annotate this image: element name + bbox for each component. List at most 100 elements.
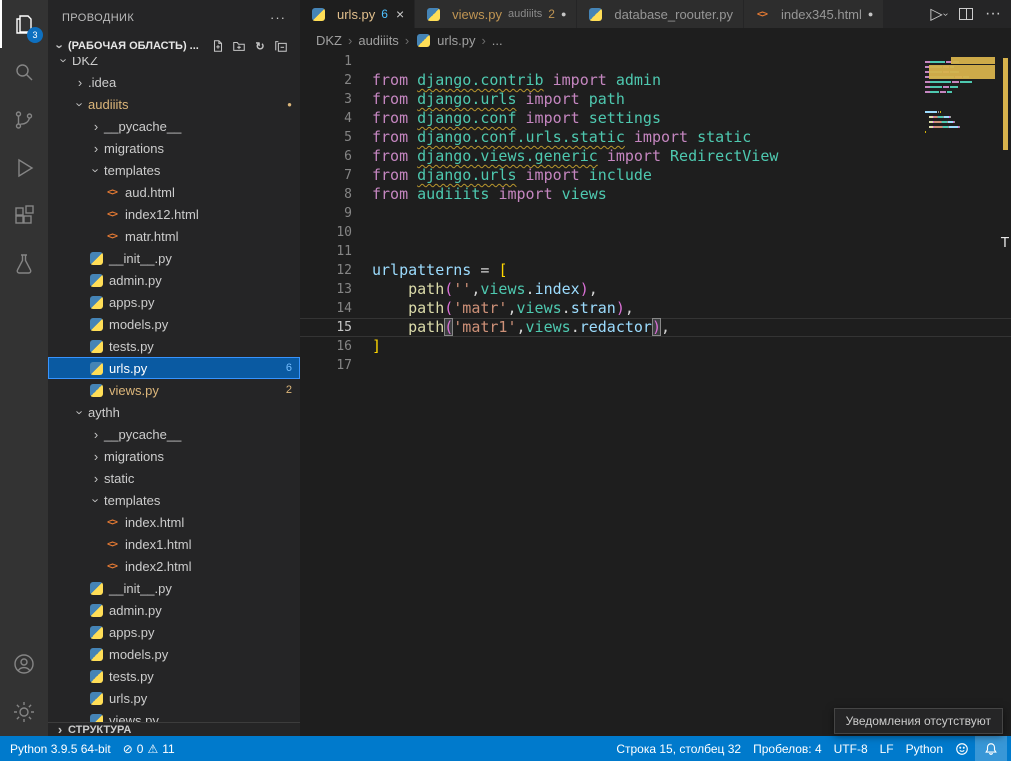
tab-index345.html[interactable]: <>index345.html● (744, 0, 884, 28)
tree-item-index12.html[interactable]: <>index12.html (48, 203, 300, 225)
code-line-1[interactable]: 1 (300, 52, 1011, 71)
overview-ruler-scrollbar[interactable]: T (999, 52, 1011, 736)
new-folder-icon[interactable] (230, 37, 248, 55)
problems-status[interactable]: ⊘ 0 ⚠ 11 (117, 736, 181, 761)
tree-item-views.py[interactable]: views.py2 (48, 379, 300, 401)
code-line-14[interactable]: 14 path('matr',views.stran), (300, 299, 1011, 318)
tab-views.py[interactable]: views.pyaudiiits2● (415, 0, 577, 28)
breadcrumb-item[interactable]: urls.py (437, 33, 475, 48)
collapse-folders-icon[interactable] (272, 37, 290, 55)
tree-item-index.html[interactable]: <>index.html (48, 511, 300, 533)
tree-item-.idea[interactable]: ›.idea (48, 71, 300, 93)
tree-item-__init__.py[interactable]: __init__.py (48, 577, 300, 599)
python-interpreter-status[interactable]: Python 3.9.5 64-bit (4, 736, 117, 761)
code-line-10[interactable]: 10 (300, 223, 1011, 242)
tree-item-index2.html[interactable]: <>index2.html (48, 555, 300, 577)
code-line-4[interactable]: 4from django.conf import settings (300, 109, 1011, 128)
tree-item-templates[interactable]: ›templates (48, 489, 300, 511)
code-area: 12from django.contrib import admin3from … (300, 52, 1011, 375)
tree-item-label: matr.html (125, 229, 178, 244)
tree-item-index1.html[interactable]: <>index1.html (48, 533, 300, 555)
tree-item-admin.py[interactable]: admin.py (48, 599, 300, 621)
tree-item-label: views.py (109, 383, 159, 398)
code-line-15[interactable]: 15 path('matr1',views.redactor), (300, 318, 1011, 337)
account-icon[interactable] (0, 640, 48, 688)
tree-item-urls.py[interactable]: urls.py (48, 687, 300, 709)
tree-item-__init__.py[interactable]: __init__.py (48, 247, 300, 269)
indentation-status[interactable]: Пробелов: 4 (747, 736, 828, 761)
tree-item-static[interactable]: ›static (48, 467, 300, 489)
tree-item-__pycache__[interactable]: ›__pycache__ (48, 423, 300, 445)
code-line-7[interactable]: 7from django.urls import include (300, 166, 1011, 185)
minimap[interactable] (925, 56, 995, 141)
run-python-file-button[interactable]: ▷ › (930, 4, 947, 24)
code-line-2[interactable]: 2from django.contrib import admin (300, 71, 1011, 90)
tree-item-aythh[interactable]: ›aythh (48, 401, 300, 423)
code-line-12[interactable]: 12urlpatterns = [ (300, 261, 1011, 280)
breadcrumb-item[interactable]: ... (492, 33, 503, 48)
tree-item-tests.py[interactable]: tests.py (48, 335, 300, 357)
refresh-icon[interactable]: ↻ (251, 37, 269, 55)
breadcrumb-item[interactable]: audiiits (358, 33, 398, 48)
tree-item-migrations[interactable]: ›migrations (48, 445, 300, 467)
tree-item-models.py[interactable]: models.py (48, 643, 300, 665)
tab-urls.py[interactable]: urls.py6× (300, 0, 415, 28)
workspace-actions: ↻ (209, 37, 296, 55)
tree-item-urls.py[interactable]: urls.py6 (48, 357, 300, 379)
code-line-17[interactable]: 17 (300, 356, 1011, 375)
encoding-status[interactable]: UTF-8 (828, 736, 874, 761)
more-actions-icon[interactable]: ··· (985, 5, 1001, 23)
feedback-smiley-icon[interactable] (949, 736, 975, 761)
eol-status[interactable]: LF (874, 736, 900, 761)
outline-section-header[interactable]: › СТРУКТУРА (48, 722, 300, 736)
tree-item-audiiits[interactable]: ›audiiits● (48, 93, 300, 115)
cursor-position-status[interactable]: Строка 15, столбец 32 (610, 736, 747, 761)
code-text: from django.conf import settings (352, 109, 661, 128)
tree-item-matr.html[interactable]: <>matr.html (48, 225, 300, 247)
tree-item-label: views.py (109, 713, 159, 723)
chevron-right-icon: › (88, 141, 104, 156)
tree-item-migrations[interactable]: ›migrations (48, 137, 300, 159)
code-line-8[interactable]: 8from audiiits import views (300, 185, 1011, 204)
chevron-right-icon: › (88, 471, 104, 486)
tab-database_roouter.py[interactable]: database_roouter.py (577, 0, 744, 28)
code-editor[interactable]: 12from django.contrib import admin3from … (300, 52, 1011, 736)
tree-item-views.py[interactable]: views.py (48, 709, 300, 722)
code-line-11[interactable]: 11 (300, 242, 1011, 261)
code-line-13[interactable]: 13 path('',views.index), (300, 280, 1011, 299)
run-debug-icon[interactable] (0, 144, 48, 192)
explorer-icon[interactable]: 3 (0, 0, 48, 48)
code-line-3[interactable]: 3from django.urls import path (300, 90, 1011, 109)
split-editor-icon[interactable] (959, 8, 973, 20)
tree-item-apps.py[interactable]: apps.py (48, 291, 300, 313)
breadcrumb-item[interactable]: DKZ (316, 33, 342, 48)
code-line-16[interactable]: 16] (300, 337, 1011, 356)
search-icon[interactable] (0, 48, 48, 96)
testing-icon[interactable] (0, 240, 48, 288)
chevron-right-icon: › (88, 119, 104, 134)
settings-gear-icon[interactable] (0, 688, 48, 736)
tree-item-admin.py[interactable]: admin.py (48, 269, 300, 291)
tree-item-aud.html[interactable]: <>aud.html (48, 181, 300, 203)
code-line-6[interactable]: 6from django.views.generic import Redire… (300, 147, 1011, 166)
new-file-icon[interactable] (209, 37, 227, 55)
code-line-9[interactable]: 9 (300, 204, 1011, 223)
tree-item-templates[interactable]: ›templates (48, 159, 300, 181)
tree-item-__pycache__[interactable]: ›__pycache__ (48, 115, 300, 137)
extensions-icon[interactable] (0, 192, 48, 240)
tree-item-apps.py[interactable]: apps.py (48, 621, 300, 643)
dirty-indicator-icon: ● (868, 9, 873, 19)
code-line-5[interactable]: 5from django.conf.urls.static import sta… (300, 128, 1011, 147)
tree-item-label: __init__.py (109, 251, 172, 266)
source-control-icon[interactable] (0, 96, 48, 144)
tree-item-models.py[interactable]: models.py (48, 313, 300, 335)
tree-item-tests.py[interactable]: tests.py (48, 665, 300, 687)
notifications-bell-icon[interactable] (975, 736, 1007, 761)
sidebar-more-icon[interactable]: ··· (270, 10, 286, 25)
tree-item-label: DKZ (72, 57, 98, 68)
tree-item-DKZ[interactable]: ›DKZ (48, 57, 300, 71)
language-mode-status[interactable]: Python (900, 736, 949, 761)
close-icon[interactable]: × (396, 6, 404, 22)
workspace-section-header[interactable]: › (РАБОЧАЯ ОБЛАСТЬ) ... ↻ (48, 35, 300, 57)
chevron-right-icon: › (88, 427, 104, 442)
